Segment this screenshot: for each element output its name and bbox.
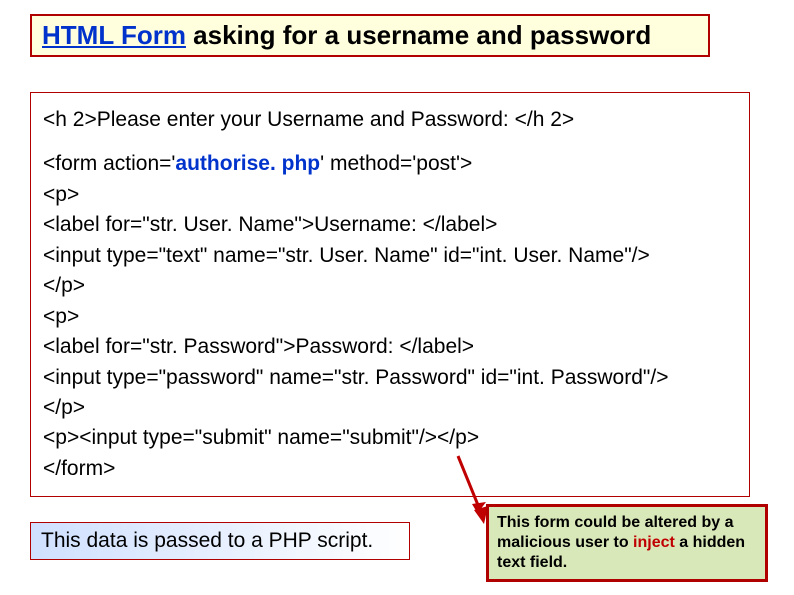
code-box: <h 2>Please enter your Username and Pass… xyxy=(30,92,750,497)
code-line: <p> xyxy=(43,302,737,332)
code-text: <form action=' xyxy=(43,152,175,175)
slide-title-box: HTML Form asking for a username and pass… xyxy=(30,14,710,57)
code-line: </p> xyxy=(43,393,737,423)
code-highlight: authorise. php xyxy=(175,152,320,175)
arrow-icon xyxy=(450,452,490,530)
title-link: HTML Form xyxy=(42,20,186,50)
code-line: <label for="str. User. Name">Username: <… xyxy=(43,210,737,240)
code-line: <h 2>Please enter your Username and Pass… xyxy=(43,105,737,135)
code-spacer xyxy=(43,135,737,149)
code-line: <input type="password" name="str. Passwo… xyxy=(43,363,737,393)
code-line: <input type="text" name="str. User. Name… xyxy=(43,241,737,271)
code-line: <p><input type="submit" name="submit"/><… xyxy=(43,423,737,453)
code-line: <p> xyxy=(43,180,737,210)
title-rest: asking for a username and password xyxy=(186,20,651,50)
code-text: ' method='post'> xyxy=(320,152,472,175)
code-line: <label for="str. Password">Password: </l… xyxy=(43,332,737,362)
code-line: <form action='authorise. php' method='po… xyxy=(43,149,737,179)
caption-text: This data is passed to a PHP script. xyxy=(41,529,373,552)
code-line: </p> xyxy=(43,271,737,301)
code-line: </form> xyxy=(43,454,737,484)
caption-box: This data is passed to a PHP script. xyxy=(30,522,410,560)
warning-box: This form could be altered by a maliciou… xyxy=(486,504,768,582)
warning-inject: inject xyxy=(633,534,675,551)
